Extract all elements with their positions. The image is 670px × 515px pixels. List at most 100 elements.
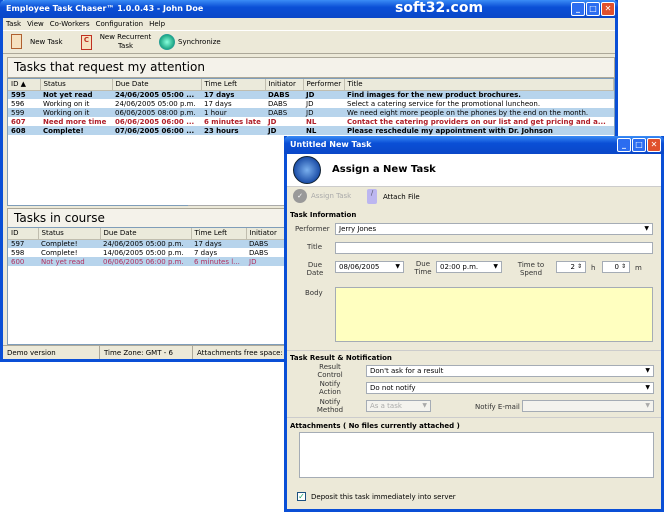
table-cell: JD — [268, 117, 277, 126]
dialog-minimize-button[interactable]: _ — [617, 138, 631, 152]
deposit-checkbox[interactable]: ✓ Deposit this task immediately into ser… — [297, 492, 456, 501]
checkbox-checked-icon: ✓ — [297, 492, 306, 501]
result-control-select[interactable]: Don't ask for a result ▼ — [366, 365, 654, 377]
table-cell: Not yet read — [38, 257, 100, 266]
notify-action-select[interactable]: Do not notify ▼ — [366, 382, 654, 394]
table-cell: Working on it — [40, 108, 112, 117]
maximize-button[interactable]: □ — [586, 2, 600, 16]
column-header[interactable]: Status — [40, 79, 113, 91]
title-input[interactable] — [335, 242, 653, 254]
table-row[interactable]: 608 Complete! 07/06/2005 06:00 ... 23 hours… — [8, 126, 614, 135]
body-textarea[interactable] — [335, 287, 653, 342]
dialog-title-bar: Untitled New Task _ □ ✕ — [284, 136, 664, 154]
table-cell: 23 hours — [201, 126, 265, 135]
table-cell: 597 — [8, 239, 38, 248]
recurrent-icon: C — [81, 34, 92, 50]
table-cell: 598 — [11, 248, 25, 257]
table-row[interactable]: 597 Complete! 24/06/2005 05:00 p.m. 17 days… — [8, 239, 296, 248]
due-date-picker[interactable]: 08/06/2005 ▼ — [335, 261, 404, 273]
column-header[interactable]: Due Date — [100, 228, 192, 240]
minimize-button[interactable]: _ — [571, 2, 585, 16]
paperclip-icon: / — [367, 189, 377, 204]
table-cell: Not yet read — [40, 90, 112, 99]
attention-heading: Tasks that request my attention — [7, 57, 615, 78]
check-icon: ✓ — [293, 189, 307, 203]
table-cell: 17 days — [191, 239, 246, 248]
dialog-close-button[interactable]: ✕ — [647, 138, 661, 152]
table-cell: 1 hour — [201, 108, 265, 117]
result-control-label: Result Control — [317, 363, 343, 379]
table-row[interactable]: 607 Need more time 06/06/2005 06:00 ... 6 m… — [8, 117, 614, 126]
due-date-label: Due Date — [306, 261, 324, 277]
course-grid[interactable]: ID Status Due Date Time Left Initiator 597 Com… — [7, 227, 297, 345]
close-button[interactable]: ✕ — [601, 2, 615, 16]
table-cell: Complete! — [41, 248, 78, 257]
column-header[interactable]: ID ▲ — [8, 79, 41, 91]
menu-configuration[interactable]: Configuration — [96, 20, 143, 28]
table-cell: Please reschedule my appointment with Dr… — [344, 126, 614, 135]
table-cell: Complete! — [38, 239, 100, 248]
new-recurrent-task-button[interactable]: C New Recurrent Task — [81, 33, 153, 51]
table-cell: 600 — [8, 257, 38, 266]
table-cell: 596 — [11, 99, 25, 108]
attachments-label: Attachments ( No files currently attache… — [290, 422, 460, 430]
table-cell: 6 minutes late — [204, 117, 261, 126]
table-cell: 6 minutes l... — [191, 257, 246, 266]
performer-label: Performer — [295, 225, 330, 233]
notify-action-label: Notify Action — [319, 380, 341, 396]
table-row[interactable]: 598 Complete! 14/06/2005 05:00 p.m. 7 days D… — [8, 248, 296, 257]
new-task-button[interactable]: New Task — [11, 34, 63, 49]
due-time-picker[interactable]: 02:00 p.m. ▼ — [436, 261, 502, 273]
performer-select[interactable]: Jerry Jones ▼ — [335, 223, 653, 235]
table-row[interactable]: 595 Not yet read 24/06/2005 05:00 ... 17 da… — [8, 90, 614, 99]
notify-method-select[interactable]: As a task ▼ — [366, 400, 431, 412]
attach-file-button[interactable]: / Attach File — [367, 189, 420, 204]
assign-task-button[interactable]: ✓ Assign Task — [293, 189, 351, 203]
watermark: soft32.com — [395, 0, 484, 16]
table-row[interactable]: 600 Not yet read 06/06/2005 06:00 p.m. 6 mi… — [8, 257, 296, 266]
column-header[interactable]: Status — [38, 228, 101, 240]
table-cell: 607 — [11, 117, 26, 126]
minutes-spinner[interactable]: 0 ⇕ — [602, 261, 630, 273]
attachments-list[interactable] — [299, 432, 654, 478]
table-cell: JD — [265, 126, 303, 135]
minutes-unit: m — [635, 264, 642, 272]
table-cell: 06/06/2005 06:00 p.m. — [100, 257, 191, 266]
table-cell: 06/06/2005 08:00 p.m. — [112, 108, 201, 117]
table-row[interactable]: 596 Working on it 24/06/2005 05:00 p.m. 17 … — [8, 99, 614, 108]
column-header[interactable]: Time Left — [201, 79, 266, 91]
table-row[interactable]: 599 Working on it 06/06/2005 08:00 p.m. 1 h… — [8, 108, 614, 117]
table-cell: 17 days — [201, 90, 265, 99]
column-header[interactable]: Performer — [303, 79, 345, 91]
table-cell: 17 days — [204, 99, 232, 108]
table-cell: 24/06/2005 05:00 ... — [112, 90, 201, 99]
column-header[interactable]: Title — [344, 79, 614, 91]
table-cell: Complete! — [40, 126, 112, 135]
due-time-label: Due Time — [414, 260, 432, 276]
synchronize-button[interactable]: Synchronize — [159, 34, 221, 50]
dialog-heading: Assign a New Task — [332, 164, 436, 175]
time-to-spend-label: Time to Spend — [517, 261, 545, 277]
column-header[interactable]: Due Date — [112, 79, 202, 91]
course-heading: Tasks in course — [7, 208, 297, 228]
menu-view[interactable]: View — [27, 20, 44, 28]
table-cell: 24/06/2005 05:00 p.m. — [115, 99, 196, 108]
notify-email-select[interactable]: ▼ — [522, 400, 654, 412]
hours-spinner[interactable]: 2 ⇕ — [556, 261, 586, 273]
column-header[interactable]: Time Left — [191, 228, 247, 240]
table-cell: 07/06/2005 06:00 ... — [112, 126, 201, 135]
table-cell: 595 — [8, 90, 40, 99]
menu-coworkers[interactable]: Co-Workers — [50, 20, 90, 28]
menu-task[interactable]: Task — [6, 20, 21, 28]
result-section-label: Task Result & Notification — [290, 354, 392, 362]
table-cell: Need more time — [43, 117, 107, 126]
task-globe-icon — [293, 156, 321, 184]
column-header[interactable]: Initiator — [265, 79, 304, 91]
table-cell: 7 days — [194, 248, 218, 257]
dialog-maximize-button[interactable]: □ — [632, 138, 646, 152]
globe-icon — [159, 34, 175, 50]
menu-help[interactable]: Help — [149, 20, 165, 28]
new-task-dialog: Untitled New Task _ □ ✕ Assign a New Task … — [284, 136, 664, 512]
body-label: Body — [305, 289, 323, 297]
column-header[interactable]: ID — [8, 228, 39, 240]
